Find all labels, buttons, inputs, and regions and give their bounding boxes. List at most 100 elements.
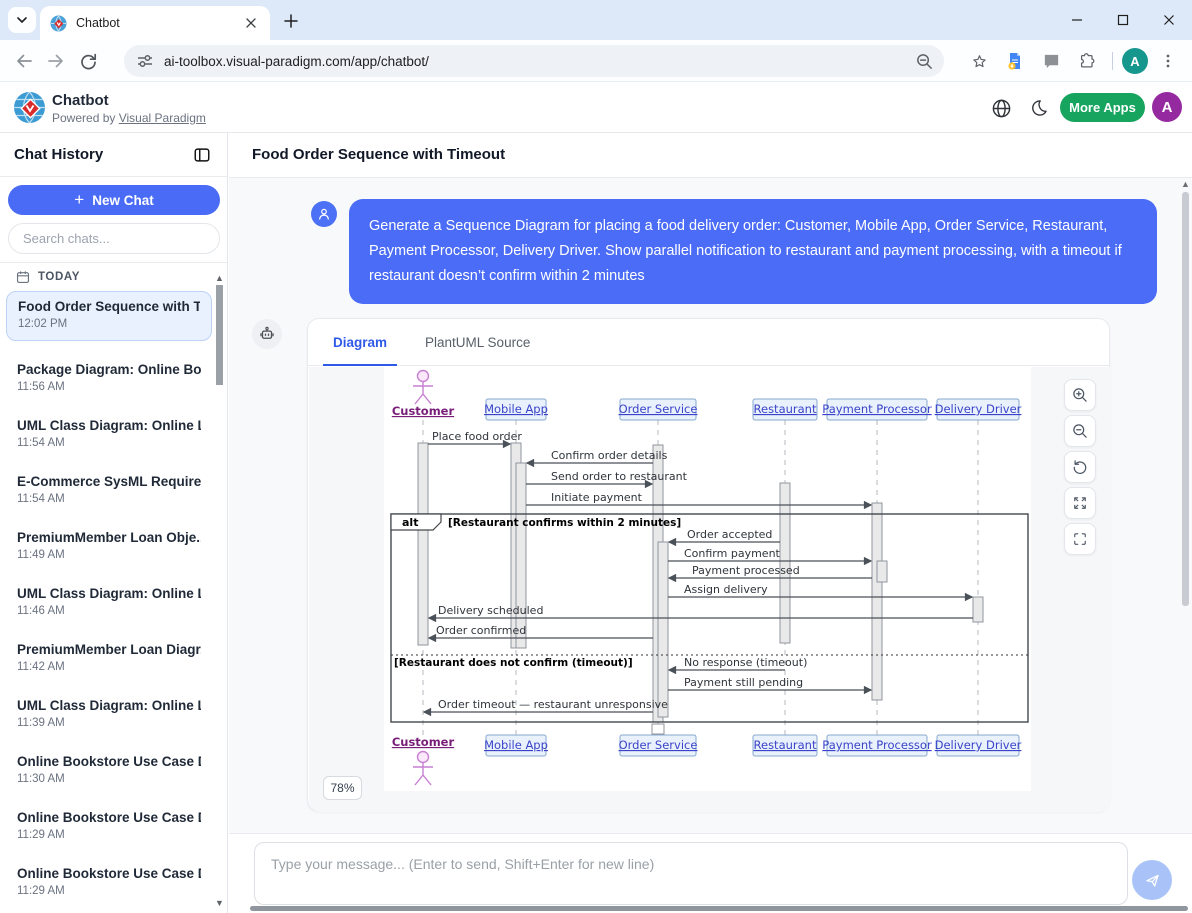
extensions-button[interactable] bbox=[1071, 45, 1103, 77]
actor-head bbox=[418, 752, 429, 763]
more-apps-button[interactable]: More Apps bbox=[1060, 93, 1145, 122]
favicon-visual-paradigm bbox=[50, 15, 67, 32]
sidebar: Chat History +New Chat TODAY Food Order … bbox=[0, 133, 228, 913]
browser-tab[interactable]: Chatbot bbox=[40, 6, 270, 40]
chat-history-item[interactable]: Package Diagram: Online Bo...11:56 AM bbox=[6, 355, 212, 405]
chat-item-title: UML Class Diagram: Online L... bbox=[17, 418, 201, 433]
chat-history-item[interactable]: Online Bookstore Use Case D...11:29 AM bbox=[6, 803, 212, 853]
maximize-button[interactable] bbox=[1100, 0, 1146, 40]
reset-view-button[interactable] bbox=[1064, 451, 1096, 483]
chat-history-item[interactable]: PremiumMember Loan Obje...11:49 AM bbox=[6, 523, 212, 573]
diagram-viewport[interactable]: alt[Restaurant confirms within 2 minutes… bbox=[309, 367, 1110, 812]
forward-arrow-icon bbox=[46, 51, 66, 71]
url-text: ai-toolbox.visual-paradigm.com/app/chatb… bbox=[164, 54, 915, 69]
participant-label[interactable]: Restaurant bbox=[754, 738, 817, 752]
activation-bar bbox=[418, 443, 428, 645]
app-header: Chatbot Powered by Visual Paradigm More … bbox=[0, 82, 1192, 133]
zoom-out-page-icon[interactable] bbox=[915, 52, 934, 71]
participant-label[interactable]: Customer bbox=[392, 404, 455, 418]
paper-plane-icon bbox=[1144, 872, 1161, 889]
zoom-out-button[interactable] bbox=[1064, 415, 1096, 447]
address-bar[interactable]: ai-toolbox.visual-paradigm.com/app/chatb… bbox=[124, 45, 944, 77]
reload-button[interactable] bbox=[72, 45, 104, 77]
user-message-bubble: Generate a Sequence Diagram for placing … bbox=[349, 199, 1157, 304]
participant-label[interactable]: Customer bbox=[392, 735, 455, 749]
today-section-header: TODAY bbox=[16, 270, 80, 284]
new-chat-button[interactable]: +New Chat bbox=[8, 185, 220, 215]
activation-bar bbox=[877, 561, 887, 582]
sidebar-scroll-up-arrow[interactable]: ▲ bbox=[215, 273, 224, 283]
participant-label[interactable]: Order Service bbox=[619, 402, 698, 416]
participant-label[interactable]: Mobile App bbox=[484, 402, 548, 416]
expand-button[interactable] bbox=[1064, 487, 1096, 519]
send-button[interactable] bbox=[1132, 860, 1172, 900]
page-titlebar: Food Order Sequence with Timeout bbox=[229, 133, 1192, 178]
robot-icon bbox=[258, 325, 276, 343]
participant-label[interactable]: Payment Processor bbox=[822, 738, 932, 752]
chevron-down-icon bbox=[15, 13, 29, 27]
language-button[interactable] bbox=[988, 95, 1014, 121]
activation-end-marker bbox=[652, 724, 664, 734]
search-chats-input[interactable] bbox=[8, 223, 220, 254]
participant-label[interactable]: Delivery Driver bbox=[935, 402, 1022, 416]
chat-history-item[interactable]: UML Class Diagram: Online L...11:46 AM bbox=[6, 579, 212, 629]
minimize-button[interactable] bbox=[1054, 0, 1100, 40]
chat-history-item[interactable]: Food Order Sequence with Ti...12:02 PM bbox=[6, 291, 212, 341]
chat-history-item[interactable]: UML Class Diagram: Online L...11:54 AM bbox=[6, 411, 212, 461]
actor-body bbox=[413, 763, 433, 786]
tab-diagram[interactable]: Diagram bbox=[323, 319, 397, 365]
message-label: Payment still pending bbox=[684, 676, 803, 689]
tab-close-button[interactable] bbox=[242, 14, 260, 32]
chat-history-item[interactable]: E-Commerce SysML Require...11:54 AM bbox=[6, 467, 212, 517]
message-label: Delivery scheduled bbox=[438, 604, 543, 617]
calendar-icon bbox=[16, 270, 30, 284]
message-label: Order timeout — restaurant unresponsive bbox=[438, 698, 668, 711]
message-input[interactable] bbox=[254, 842, 1128, 905]
dark-mode-toggle[interactable] bbox=[1026, 95, 1052, 121]
chat-history-item[interactable]: PremiumMember Loan Diagr...11:42 AM bbox=[6, 635, 212, 685]
chrome-menu-button[interactable] bbox=[1152, 45, 1184, 77]
expand-icon bbox=[1071, 494, 1089, 512]
chrome-profile-avatar[interactable]: A bbox=[1122, 48, 1148, 74]
docs-offline-extension[interactable] bbox=[999, 45, 1031, 77]
zoom-out-icon bbox=[1071, 422, 1089, 440]
globe-icon bbox=[991, 98, 1012, 119]
participant-label[interactable]: Payment Processor bbox=[822, 402, 932, 416]
forward-button[interactable] bbox=[40, 45, 72, 77]
participant-label[interactable]: Mobile App bbox=[484, 738, 548, 752]
collapse-sidebar-button[interactable] bbox=[190, 143, 214, 167]
comment-extension[interactable] bbox=[1035, 45, 1067, 77]
actor-body bbox=[413, 382, 433, 405]
activation-bar bbox=[973, 597, 983, 622]
tab-search-button[interactable] bbox=[8, 7, 36, 33]
message-label: Initiate payment bbox=[551, 491, 643, 504]
sidebar-title: Chat History bbox=[14, 146, 103, 163]
horizontal-scrollbar[interactable] bbox=[250, 906, 1188, 911]
bookmark-star-button[interactable] bbox=[963, 45, 995, 77]
back-button[interactable] bbox=[8, 45, 40, 77]
chat-history-item[interactable]: Online Bookstore Use Case D...11:29 AM bbox=[6, 859, 212, 909]
chat-history-item[interactable]: UML Class Diagram: Online L...11:39 AM bbox=[6, 691, 212, 741]
chat-history-item[interactable]: Online Bookstore Use Case D...11:30 AM bbox=[6, 747, 212, 797]
tab-plantuml-source[interactable]: PlantUML Source bbox=[415, 319, 540, 365]
visual-paradigm-link[interactable]: Visual Paradigm bbox=[119, 111, 206, 125]
sidebar-scrollbar[interactable] bbox=[216, 285, 223, 385]
sidebar-scroll-down-arrow[interactable]: ▼ bbox=[215, 898, 224, 908]
user-avatar[interactable]: A bbox=[1152, 92, 1182, 122]
new-tab-button[interactable] bbox=[280, 10, 302, 32]
participant-label[interactable]: Delivery Driver bbox=[935, 738, 1022, 752]
participant-label[interactable]: Restaurant bbox=[754, 402, 817, 416]
bot-avatar bbox=[252, 319, 282, 349]
main-scrollbar[interactable] bbox=[1182, 192, 1189, 606]
close-window-button[interactable] bbox=[1146, 0, 1192, 40]
fullscreen-button[interactable] bbox=[1064, 523, 1096, 555]
participant-label[interactable]: Order Service bbox=[619, 738, 698, 752]
kebab-menu-icon bbox=[1160, 53, 1176, 69]
main-scroll-up-arrow[interactable]: ▲ bbox=[1181, 179, 1190, 189]
zoom-in-button[interactable] bbox=[1064, 379, 1096, 411]
activation-bar bbox=[780, 483, 790, 643]
chat-scroll-area[interactable]: Generate a Sequence Diagram for placing … bbox=[229, 178, 1192, 833]
toolbar-separator bbox=[1112, 52, 1113, 70]
sidebar-header: Chat History bbox=[0, 133, 228, 177]
toolbar-right: A bbox=[963, 45, 1184, 77]
